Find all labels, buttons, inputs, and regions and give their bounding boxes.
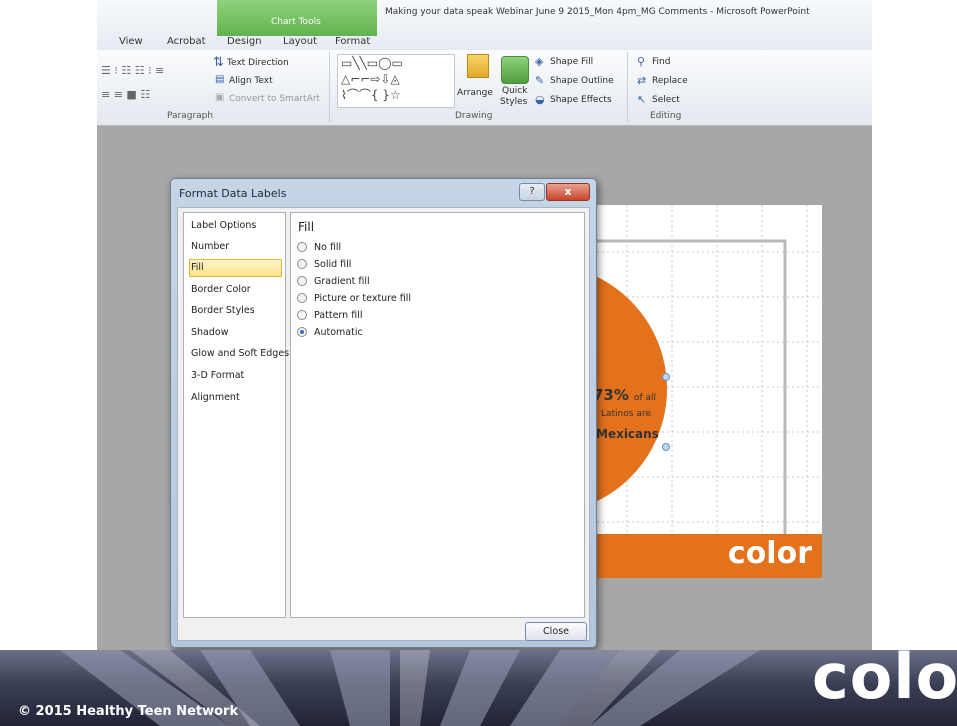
shape-outline-icon: ✎: [535, 74, 545, 87]
shape-fill-button[interactable]: Shape Fill: [550, 57, 593, 67]
radio-icon[interactable]: [297, 258, 307, 269]
arrange-icon: [467, 54, 489, 78]
data-label-percent: 73%: [593, 386, 629, 404]
data-label-box[interactable]: 73% of all: [593, 385, 656, 404]
shapes-gallery[interactable]: ▭╲╲▭◯▭ △⌐⌐⇨⇩◬ ⌇⌒⌒{ }☆: [337, 54, 455, 108]
nav-label-options[interactable]: Label Options: [191, 220, 256, 231]
dialog-close-x-button[interactable]: x: [546, 183, 590, 201]
group-editing-label: Editing: [650, 111, 682, 121]
ribbon-tab-bar: Chart Tools Making your data speak Webin…: [97, 0, 872, 50]
replace-icon: ⇄: [637, 74, 647, 87]
select-icon: ↖: [637, 93, 647, 106]
shape-outline-button[interactable]: Shape Outline: [550, 76, 614, 86]
option-automatic[interactable]: Automatic: [297, 326, 363, 338]
fill-panel: Fill No fill Solid fill Gradient fill Pi…: [290, 212, 585, 618]
paragraph-align-icons[interactable]: ≡ ≡ ■ ☷: [101, 88, 150, 101]
data-label-latinos: Latinos are: [601, 409, 651, 419]
option-label: Solid fill: [314, 259, 352, 270]
shape-effects-icon: ◒: [535, 93, 545, 106]
data-label-of-all: of all: [634, 393, 657, 403]
window-title: Making your data speak Webinar June 9 20…: [385, 7, 810, 17]
nav-3d-format[interactable]: 3-D Format: [191, 370, 244, 381]
option-label: Gradient fill: [314, 276, 370, 287]
find-icon: ⚲: [637, 55, 646, 68]
chart-tools-label: Chart Tools: [271, 17, 321, 27]
chart-tools-context-tab: Chart Tools: [217, 0, 377, 36]
tab-design[interactable]: Design: [227, 36, 262, 47]
format-data-labels-dialog: Format Data Labels ? x Label Options Num…: [170, 178, 597, 648]
text-direction-button[interactable]: Text Direction: [227, 58, 289, 68]
select-button[interactable]: Select: [652, 95, 680, 105]
label-handle-bottom[interactable]: [662, 443, 670, 451]
label-handle-top[interactable]: [662, 373, 670, 381]
tab-layout[interactable]: Layout: [283, 36, 317, 47]
quick-styles-label-1[interactable]: Quick: [502, 86, 527, 96]
tab-acrobat[interactable]: Acrobat: [167, 36, 206, 47]
ribbon-separator: [329, 52, 330, 122]
quick-styles-label-2[interactable]: Styles: [500, 97, 527, 107]
panel-title: Fill: [298, 220, 315, 234]
option-solid-fill[interactable]: Solid fill: [297, 258, 352, 270]
paragraph-list-icons[interactable]: ☰ ⁝ ☷ ☷ ⁝ ≡: [101, 64, 164, 77]
radio-icon[interactable]: [297, 241, 307, 252]
radio-selected-icon[interactable]: [297, 326, 307, 337]
option-picture-texture-fill[interactable]: Picture or texture fill: [297, 292, 412, 304]
convert-smartart-button[interactable]: Convert to SmartArt: [229, 94, 320, 104]
nav-border-color[interactable]: Border Color: [191, 284, 251, 295]
option-pattern-fill[interactable]: Pattern fill: [297, 309, 363, 321]
data-label-mexicans: Mexicans: [596, 427, 659, 441]
option-label: Picture or texture fill: [314, 293, 412, 304]
tab-view[interactable]: View: [119, 36, 143, 47]
nav-shadow[interactable]: Shadow: [191, 327, 229, 338]
option-no-fill[interactable]: No fill: [297, 241, 342, 253]
close-button[interactable]: Close: [525, 622, 587, 641]
nav-alignment[interactable]: Alignment: [191, 392, 240, 403]
option-label: No fill: [314, 242, 342, 253]
text-direction-icon: ⇅: [213, 55, 224, 70]
nav-border-styles[interactable]: Border Styles: [191, 305, 255, 316]
help-button[interactable]: ?: [519, 183, 545, 201]
find-button[interactable]: Find: [652, 57, 670, 67]
quick-styles-icon: [501, 56, 529, 84]
replace-button[interactable]: Replace: [652, 76, 688, 86]
nav-number[interactable]: Number: [191, 241, 229, 252]
nav-fill[interactable]: Fill: [191, 262, 204, 273]
radio-icon[interactable]: [297, 309, 307, 320]
tab-format[interactable]: Format: [335, 36, 370, 47]
align-text-button[interactable]: Align Text: [229, 76, 273, 86]
dialog-content: Label Options Number Fill Border Color B…: [177, 207, 590, 641]
shape-effects-button[interactable]: Shape Effects: [550, 95, 612, 105]
option-label: Pattern fill: [314, 310, 363, 321]
footer-title-word: color: [812, 640, 957, 713]
radio-icon[interactable]: [297, 275, 307, 286]
category-list: Label Options Number Fill Border Color B…: [183, 212, 289, 618]
slide-title-word: color: [727, 536, 812, 571]
ribbon-separator: [627, 52, 628, 122]
group-drawing-label: Drawing: [455, 111, 493, 121]
nav-glow-soft-edges[interactable]: Glow and Soft Edges: [191, 348, 289, 359]
dialog-title: Format Data Labels: [179, 187, 287, 200]
radio-icon[interactable]: [297, 292, 307, 303]
copyright-text: © 2015 Healthy Teen Network: [18, 704, 239, 719]
option-gradient-fill[interactable]: Gradient fill: [297, 275, 370, 287]
group-paragraph-label: Paragraph: [167, 111, 214, 121]
smartart-icon: ▣: [215, 92, 225, 103]
arrange-button[interactable]: Arrange: [457, 88, 493, 98]
option-label: Automatic: [314, 327, 363, 338]
shape-fill-icon: ◈: [535, 55, 544, 68]
align-text-icon: ▤: [215, 74, 225, 85]
